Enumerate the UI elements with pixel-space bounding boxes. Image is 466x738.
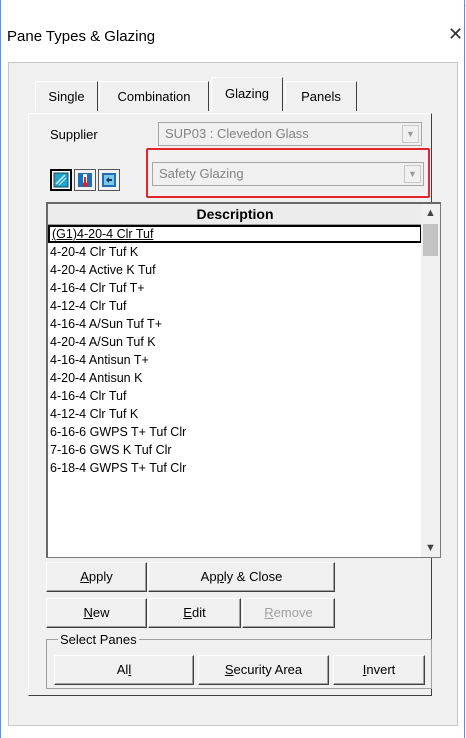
- all-prefix: Al: [116, 662, 129, 677]
- tab-glazing[interactable]: Glazing: [211, 77, 283, 111]
- scrollbar-thumb[interactable]: [423, 224, 438, 256]
- select-all-button[interactable]: All: [54, 655, 194, 685]
- remove-button[interactable]: Remove: [242, 598, 335, 628]
- apply-label: pply: [88, 569, 113, 584]
- window-title: Pane Types & Glazing: [7, 28, 156, 45]
- glass-pane-icon[interactable]: [50, 169, 72, 191]
- invert-button[interactable]: Invert: [333, 655, 425, 685]
- invert-label: nvert: [366, 662, 396, 677]
- chevron-down-icon[interactable]: ▼: [421, 539, 440, 557]
- new-button[interactable]: New: [46, 598, 147, 628]
- list-item[interactable]: 6-16-6 GWPS T+ Tuf Clr: [48, 423, 422, 441]
- supplier-value: SUP03 : Clevedon Glass: [165, 126, 309, 141]
- panel-arrow-icon[interactable]: [98, 169, 120, 191]
- tab-panels[interactable]: Panels: [285, 81, 357, 111]
- apply-mnemonic: A: [80, 569, 89, 584]
- apply-close-mnemonic: p: [216, 569, 224, 584]
- list-item[interactable]: 6-18-4 GWPS T+ Tuf Clr: [48, 459, 422, 477]
- all-mnemonic: l: [128, 662, 132, 677]
- remove-label: emove: [273, 605, 313, 620]
- list-item[interactable]: 4-20-4 Active K Tuf: [48, 261, 422, 279]
- tab-single[interactable]: Single: [35, 81, 98, 111]
- edit-mnemonic: E: [183, 605, 192, 620]
- list-item[interactable]: 4-12-4 Clr Tuf K: [48, 405, 422, 423]
- chevron-down-icon[interactable]: ▼: [402, 125, 419, 143]
- list-item[interactable]: 4-20-4 A/Sun Tuf K: [48, 333, 422, 351]
- apply-button[interactable]: Apply: [46, 562, 147, 592]
- thermometer-icon[interactable]: [74, 169, 96, 191]
- list-item[interactable]: 4-16-4 Clr Tuf T+: [48, 279, 422, 297]
- list-item[interactable]: 4-16-4 Clr Tuf: [48, 387, 422, 405]
- edit-label: dit: [191, 605, 206, 620]
- list-item[interactable]: 4-20-4 Clr Tuf K: [48, 243, 422, 261]
- list-scrollbar[interactable]: ▲ ▼: [421, 204, 440, 557]
- apply-close-prefix: Ap: [200, 569, 217, 584]
- highlight-box: [146, 148, 430, 198]
- apply-close-label: ly & Close: [223, 569, 283, 584]
- new-mnemonic: N: [83, 605, 93, 620]
- list-item[interactable]: 4-16-4 A/Sun Tuf T+: [48, 315, 422, 333]
- new-label: ew: [92, 605, 110, 620]
- supplier-label: Supplier: [50, 127, 98, 142]
- close-icon[interactable]: ✕: [448, 24, 463, 45]
- edit-button[interactable]: Edit: [148, 598, 241, 628]
- supplier-select[interactable]: SUP03 : Clevedon Glass ▼: [158, 122, 422, 146]
- glazing-list[interactable]: Description (G1)4-20-4 Clr Tuf 4-20-4 Cl…: [46, 202, 441, 558]
- tab-combination[interactable]: Combination: [99, 81, 209, 111]
- list-item[interactable]: 4-20-4 Antisun K: [48, 369, 422, 387]
- glazing-rows: (G1)4-20-4 Clr Tuf 4-20-4 Clr Tuf K 4-20…: [48, 225, 422, 477]
- select-panes-label: Select Panes: [58, 632, 139, 647]
- list-item[interactable]: 4-12-4 Clr Tuf: [48, 297, 422, 315]
- chevron-up-icon[interactable]: ▲: [421, 204, 440, 222]
- description-column-header[interactable]: Description: [48, 204, 423, 225]
- list-item[interactable]: (G1)4-20-4 Clr Tuf: [48, 225, 422, 243]
- security-area-button[interactable]: Security Area: [198, 655, 329, 685]
- list-item[interactable]: 7-16-6 GWS K Tuf Clr: [48, 441, 422, 459]
- apply-close-button[interactable]: Apply & Close: [148, 562, 335, 592]
- security-mnemonic: S: [224, 662, 234, 677]
- security-label: ecurity Area: [233, 662, 303, 677]
- list-item[interactable]: 4-16-4 Antisun T+: [48, 351, 422, 369]
- remove-mnemonic: R: [264, 605, 274, 620]
